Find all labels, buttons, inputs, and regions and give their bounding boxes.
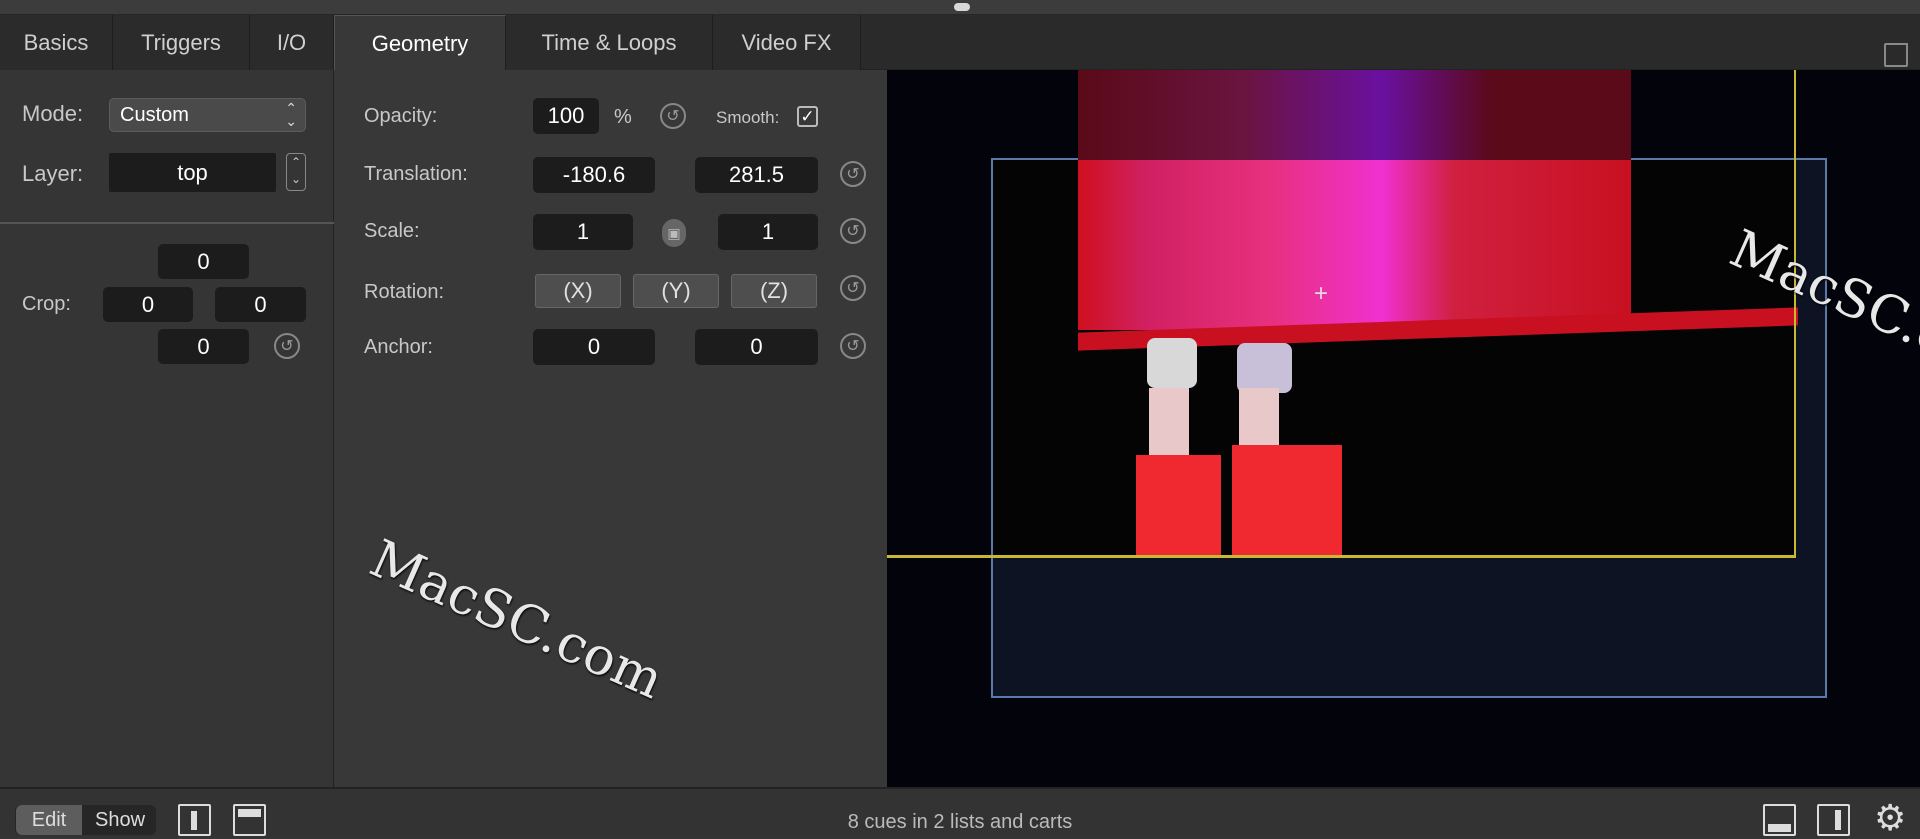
layer-label: Layer: <box>22 161 84 186</box>
translation-y-field[interactable]: 281.5 <box>695 157 818 193</box>
tab-time-loops[interactable]: Time & Loops <box>506 15 713 70</box>
stage-bounds <box>887 70 1796 558</box>
chevron-updown-icon: ⌃ ⌄ <box>285 100 297 129</box>
opacity-field[interactable]: 100 <box>533 98 599 134</box>
translation-reset-icon[interactable]: ↺ <box>840 161 866 187</box>
crop-bottom-field[interactable]: 0 <box>158 329 249 364</box>
layer-field[interactable]: top <box>109 153 276 192</box>
lock-icon[interactable]: ▣ <box>662 219 686 247</box>
divider <box>0 222 334 224</box>
mode-value: Custom <box>120 103 189 126</box>
crop-left-field[interactable]: 0 <box>103 287 193 322</box>
toggle-bottom-panel-icon[interactable] <box>1763 804 1796 836</box>
video-preview[interactable]: + <box>887 70 1920 787</box>
tab-geometry[interactable]: Geometry <box>334 15 506 71</box>
translation-x-field[interactable]: -180.6 <box>533 157 655 193</box>
rotation-x-button[interactable]: (X) <box>535 274 621 308</box>
resize-handle[interactable] <box>954 3 970 11</box>
rotation-z-button[interactable]: (Z) <box>731 274 817 308</box>
rotation-label: Rotation: <box>364 281 445 303</box>
crop-label: Crop: <box>22 293 71 315</box>
tab-video-fx[interactable]: Video FX <box>713 15 861 70</box>
scale-label: Scale: <box>364 220 420 242</box>
rotation-y-button[interactable]: (Y) <box>633 274 719 308</box>
smooth-label: Smooth: <box>716 108 780 127</box>
inspector-tabs: Basics Triggers I/O Geometry Time & Loop… <box>0 15 1920 71</box>
scale-x-field[interactable]: 1 <box>533 214 633 250</box>
anchor-label: Anchor: <box>364 336 433 358</box>
status-text: 8 cues in 2 lists and carts <box>847 811 1073 833</box>
toggle-right-panel-icon[interactable] <box>1817 804 1850 836</box>
layer-stepper[interactable]: ⌃ ⌄ <box>286 153 306 191</box>
mode-select[interactable]: Custom ⌃ ⌄ <box>109 98 306 132</box>
rotation-reset-icon[interactable]: ↺ <box>840 275 866 301</box>
anchor-reset-icon[interactable]: ↺ <box>840 333 866 359</box>
anchor-y-field[interactable]: 0 <box>695 329 818 365</box>
crop-reset-icon[interactable]: ↺ <box>274 333 300 359</box>
smooth-checkbox[interactable]: ✓ <box>797 106 818 127</box>
opacity-label: Opacity: <box>364 105 438 127</box>
opacity-reset-icon[interactable]: ↺ <box>660 103 686 129</box>
scale-reset-icon[interactable]: ↺ <box>840 218 866 244</box>
tab-triggers[interactable]: Triggers <box>113 15 250 70</box>
anchor-crosshair-icon[interactable]: + <box>1314 280 1328 308</box>
tab-basics[interactable]: Basics <box>0 15 113 70</box>
bottom-bar: Edit Show 8 cues in 2 lists and carts ⚙ <box>0 787 1920 839</box>
opacity-unit: % <box>614 106 632 128</box>
anchor-x-field[interactable]: 0 <box>533 329 655 365</box>
gear-icon[interactable]: ⚙ <box>1874 797 1906 839</box>
crop-top-field[interactable]: 0 <box>158 244 249 279</box>
scale-y-field[interactable]: 1 <box>718 214 818 250</box>
mode-label: Mode: <box>22 101 84 126</box>
crop-right-field[interactable]: 0 <box>215 287 306 322</box>
tab-io[interactable]: I/O <box>250 15 334 70</box>
expand-icon[interactable] <box>1884 43 1908 67</box>
translation-label: Translation: <box>364 163 468 185</box>
